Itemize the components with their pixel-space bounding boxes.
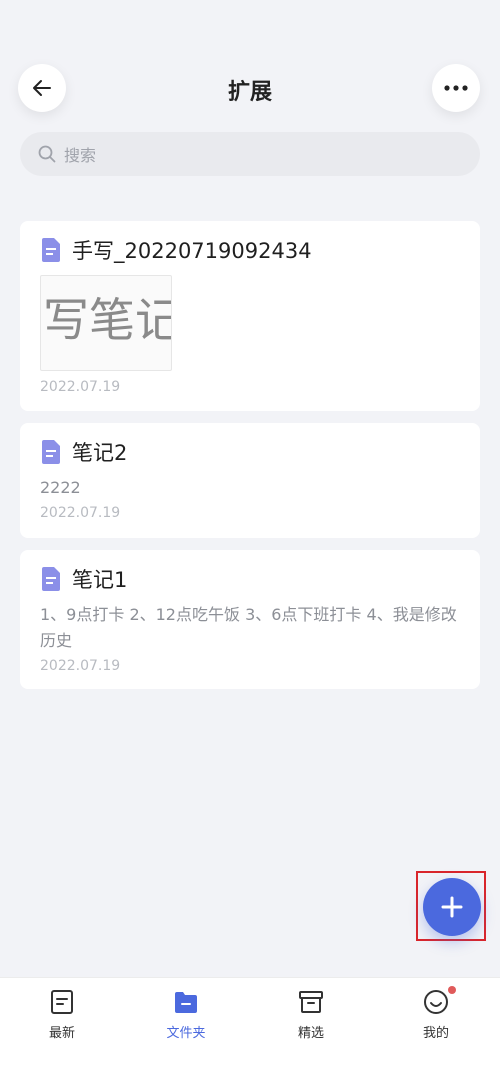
handwriting-thumbnail: 写笔记 [40, 275, 172, 371]
note-body: 1、9点打卡 2、12点吃午饭 3、6点下班打卡 4、我是修改历史 [40, 605, 457, 650]
tab-label: 我的 [422, 1026, 449, 1041]
note-date: 2022.07.19 [40, 379, 121, 395]
tab-mine[interactable]: 我的 [396, 986, 476, 1041]
tab-label: 精选 [297, 1026, 324, 1041]
add-note-highlight [416, 871, 486, 941]
handwriting-image: 写笔记 [43, 293, 172, 347]
archive-icon [299, 991, 323, 1013]
more-button[interactable] [432, 64, 480, 112]
plus-icon [441, 896, 463, 918]
note-title: 手写_20220719092434 [72, 239, 312, 263]
tab-label: 文件夹 [166, 1026, 206, 1041]
handwriting-text: 写笔记 [43, 293, 172, 347]
note-card[interactable]: 手写_20220719092434 写笔记 2022.07.19 [20, 221, 480, 411]
add-note-button[interactable] [423, 878, 481, 936]
note-icon [51, 990, 73, 1014]
page-title: 扩展 [227, 80, 272, 105]
tab-latest[interactable]: 最新 [22, 988, 102, 1041]
tab-folder[interactable]: 文件夹 [146, 988, 226, 1041]
document-icon [42, 440, 60, 464]
note-title: 笔记1 [72, 568, 128, 592]
more-dots-icon [444, 85, 468, 91]
search-icon [38, 145, 56, 163]
document-icon [42, 238, 60, 262]
tab-label: 最新 [48, 1026, 75, 1041]
note-date: 2022.07.19 [40, 658, 121, 674]
note-body: 2222 [40, 478, 81, 497]
search-placeholder: 搜索 [64, 146, 97, 165]
note-date: 2022.07.19 [40, 505, 121, 521]
search-input[interactable]: 搜索 [20, 132, 480, 176]
header: 扩展 搜索 [0, 0, 500, 180]
document-icon [42, 567, 60, 591]
notification-badge [448, 986, 456, 994]
note-title: 笔记2 [72, 441, 128, 465]
folder-icon [175, 992, 197, 1013]
smile-icon [424, 990, 448, 1014]
note-card[interactable]: 笔记1 1、9点打卡 2、12点吃午饭 3、6点下班打卡 4、我是修改历史 20… [20, 550, 480, 689]
tab-featured[interactable]: 精选 [271, 988, 351, 1041]
bottom-tab-bar: 最新 文件夹 精选 我的 [0, 977, 500, 1083]
note-card[interactable]: 笔记2 2222 2022.07.19 [20, 423, 480, 538]
